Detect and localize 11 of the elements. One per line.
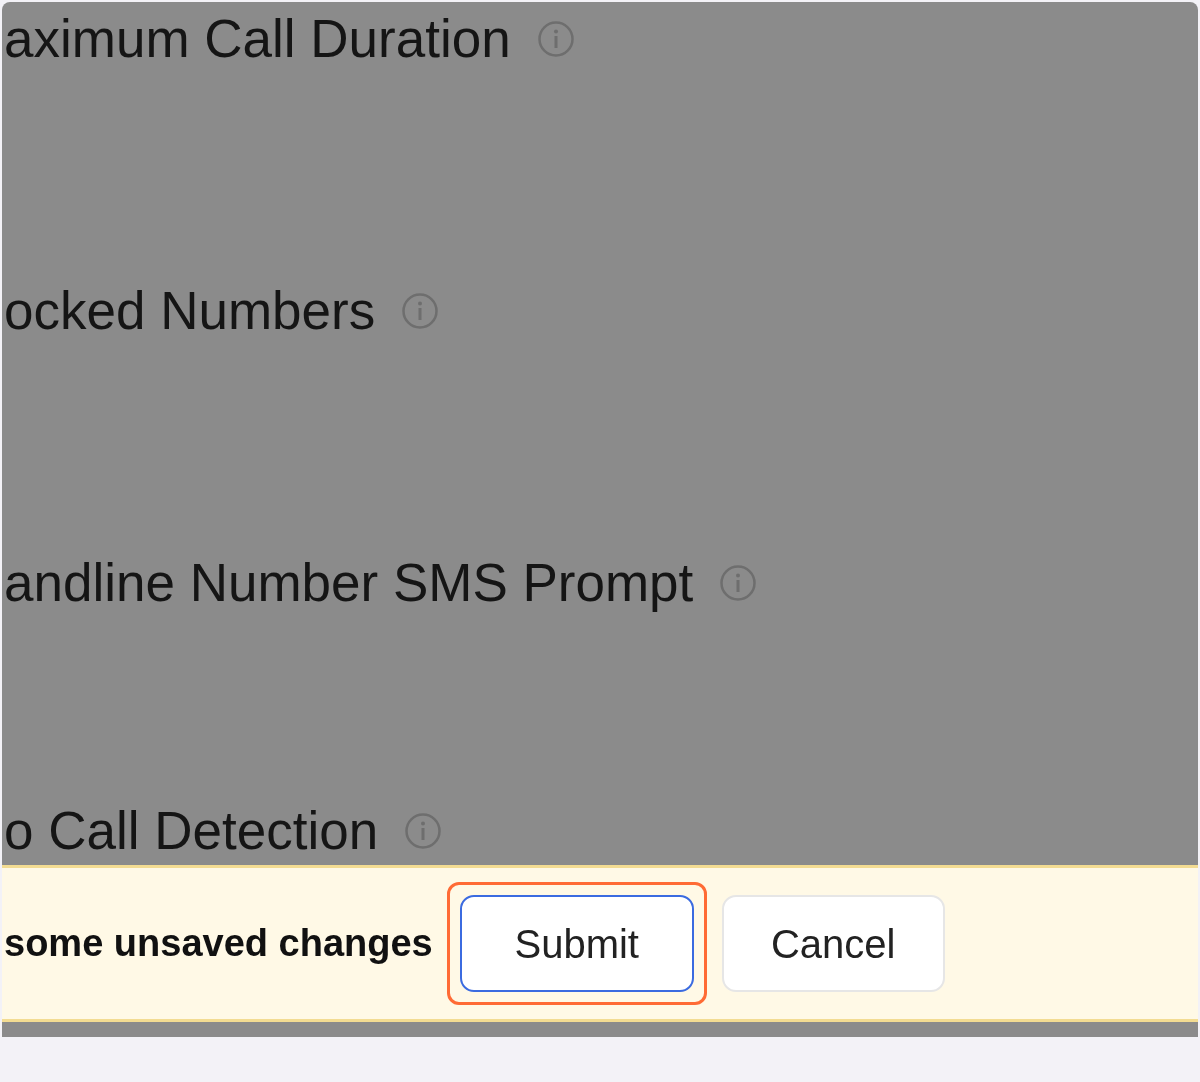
submit-button[interactable]: Submit (459, 895, 694, 992)
setting-label: andline Number SMS Prompt (4, 554, 694, 612)
info-icon[interactable] (401, 292, 440, 330)
cancel-button[interactable]: Cancel (721, 895, 945, 992)
setting-label: aximum Call Duration (4, 10, 511, 68)
info-icon[interactable] (719, 564, 758, 602)
setting-label: o Call Detection (4, 802, 379, 860)
unsaved-changes-message: some unsaved changes (4, 921, 433, 966)
setting-label: ocked Numbers (4, 282, 376, 340)
info-icon[interactable] (404, 812, 443, 850)
info-icon[interactable] (536, 20, 575, 58)
